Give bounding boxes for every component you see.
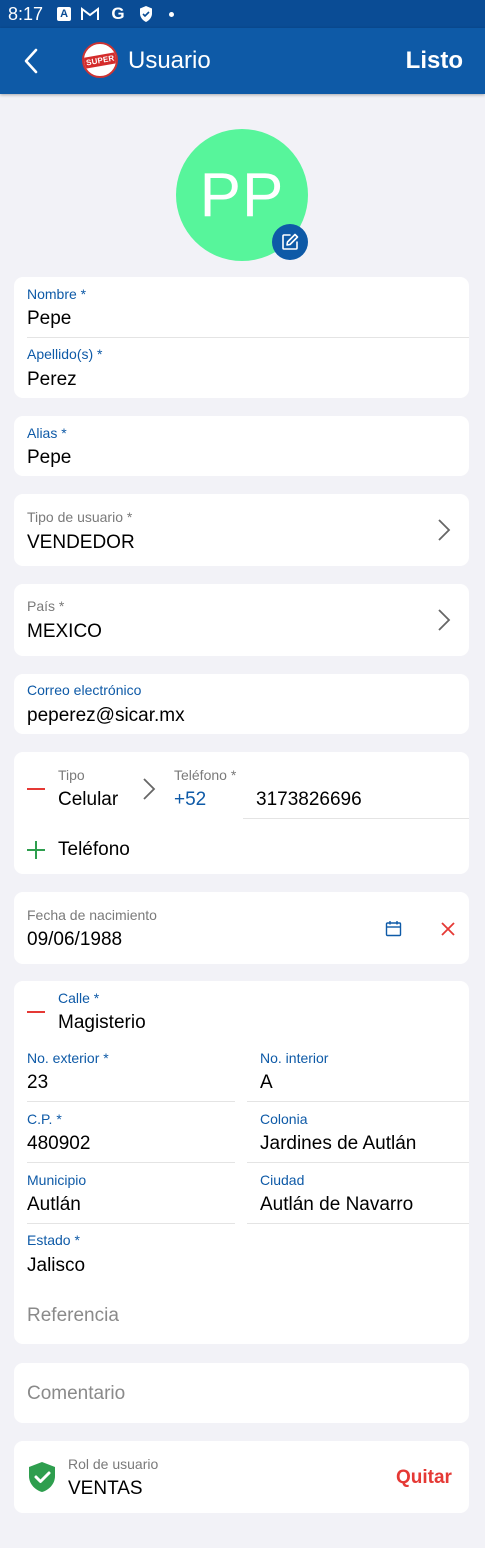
country-value: MEXICO <box>27 621 102 642</box>
chevron-right-icon <box>143 778 156 800</box>
back-arrow-icon <box>24 48 38 74</box>
remove-address-button[interactable] <box>27 1011 45 1013</box>
app-a-icon: A <box>57 7 72 21</box>
colonia-value[interactable]: Jardines de Autlán <box>260 1133 416 1155</box>
comment-input[interactable]: Comentario <box>27 1383 125 1405</box>
country-label: País * <box>27 598 65 614</box>
done-button[interactable]: Listo <box>406 47 463 75</box>
birthdate-value[interactable]: 09/06/1988 <box>27 929 122 951</box>
alias-value[interactable]: Pepe <box>27 447 71 469</box>
avatar-initials: PP <box>199 160 285 230</box>
user-type-label: Tipo de usuario * <box>27 509 133 525</box>
colonia-label: Colonia <box>260 1111 308 1127</box>
divider <box>27 1101 235 1102</box>
municipio-label: Municipio <box>27 1172 87 1188</box>
edit-icon <box>282 233 299 250</box>
status-bar: 8:17 A G <box>0 0 485 28</box>
divider <box>27 1162 235 1163</box>
ciudad-label: Ciudad <box>260 1172 305 1188</box>
ciudad-value[interactable]: Autlán de Navarro <box>260 1194 413 1216</box>
comment-card[interactable]: Comentario <box>14 1363 469 1423</box>
street-label: Calle * <box>58 990 100 1006</box>
email-label: Correo electrónico <box>27 682 142 698</box>
role-card: Rol de usuario VENTAS Quitar <box>14 1441 469 1513</box>
role-label: Rol de usuario <box>68 1456 159 1472</box>
name-card: Nombre * Pepe Apellido(s) * Perez <box>14 277 469 398</box>
email-card[interactable]: Correo electrónico peperez@sicar.mx <box>14 674 469 734</box>
phone-number-input[interactable]: 3173826696 <box>256 789 362 811</box>
remove-role-button[interactable]: Quitar <box>396 1467 452 1489</box>
address-card: Calle * Magisterio No. exterior * 23 No.… <box>14 981 469 1344</box>
google-icon: G <box>111 4 125 23</box>
estado-value[interactable]: Jalisco <box>27 1255 85 1277</box>
chevron-right-icon <box>438 519 451 541</box>
chevron-right-icon <box>438 609 451 631</box>
app-logo: SUPER <box>82 42 118 78</box>
add-phone-label: Teléfono <box>58 839 130 860</box>
street-value[interactable]: Magisterio <box>58 1012 146 1034</box>
shield-status-icon <box>137 5 155 23</box>
divider <box>247 1101 469 1102</box>
divider <box>243 818 469 819</box>
shield-check-icon <box>29 1462 55 1492</box>
apellido-label: Apellido(s) * <box>27 346 103 362</box>
remove-phone-button[interactable] <box>27 788 45 790</box>
zip-label: C.P. * <box>27 1111 62 1127</box>
reference-input[interactable]: Referencia <box>27 1305 119 1327</box>
divider <box>247 1162 469 1163</box>
divider <box>27 1223 235 1224</box>
birthdate-card[interactable]: Fecha de nacimiento 09/06/1988 <box>14 892 469 964</box>
email-value[interactable]: peperez@sicar.mx <box>27 705 185 727</box>
divider <box>247 1223 469 1224</box>
phone-label: Teléfono * <box>174 767 237 783</box>
municipio-value[interactable]: Autlán <box>27 1194 81 1216</box>
estado-label: Estado * <box>27 1232 80 1248</box>
alias-label: Alias * <box>27 425 67 441</box>
gmail-icon <box>81 5 100 23</box>
notification-dot-icon <box>169 11 175 17</box>
back-button[interactable] <box>18 46 46 76</box>
logo-text: SUPER <box>84 51 116 69</box>
phone-type-label: Tipo <box>58 767 85 783</box>
int-number-label: No. interior <box>260 1050 329 1066</box>
nombre-label: Nombre * <box>27 286 87 302</box>
country-code[interactable]: +52 <box>174 789 206 811</box>
clear-date-icon[interactable] <box>441 922 455 936</box>
alias-card[interactable]: Alias * Pepe <box>14 416 469 476</box>
ext-number-label: No. exterior * <box>27 1050 109 1066</box>
status-time: 8:17 <box>8 3 44 24</box>
int-number-value[interactable]: A <box>260 1072 273 1094</box>
ext-number-value[interactable]: 23 <box>27 1072 48 1094</box>
divider <box>27 337 469 338</box>
user-type-selector[interactable]: Tipo de usuario * VENDEDOR <box>14 494 469 566</box>
calendar-icon[interactable] <box>385 920 402 937</box>
phone-card: Tipo Celular Teléfono * +52 3173826696 T… <box>14 752 469 874</box>
country-selector[interactable]: País * MEXICO <box>14 584 469 656</box>
app-bar: SUPER Usuario Listo <box>0 28 485 94</box>
apellido-value[interactable]: Perez <box>27 369 77 391</box>
nombre-value[interactable]: Pepe <box>27 308 71 330</box>
page-title: Usuario <box>128 47 211 74</box>
role-value: VENTAS <box>68 1478 143 1499</box>
edit-avatar-button[interactable] <box>272 224 308 260</box>
plus-icon <box>27 841 45 859</box>
user-type-value: VENDEDOR <box>27 532 135 553</box>
zip-value[interactable]: 480902 <box>27 1133 90 1155</box>
birthdate-label: Fecha de nacimiento <box>27 907 157 923</box>
phone-type-value: Celular <box>58 789 119 810</box>
